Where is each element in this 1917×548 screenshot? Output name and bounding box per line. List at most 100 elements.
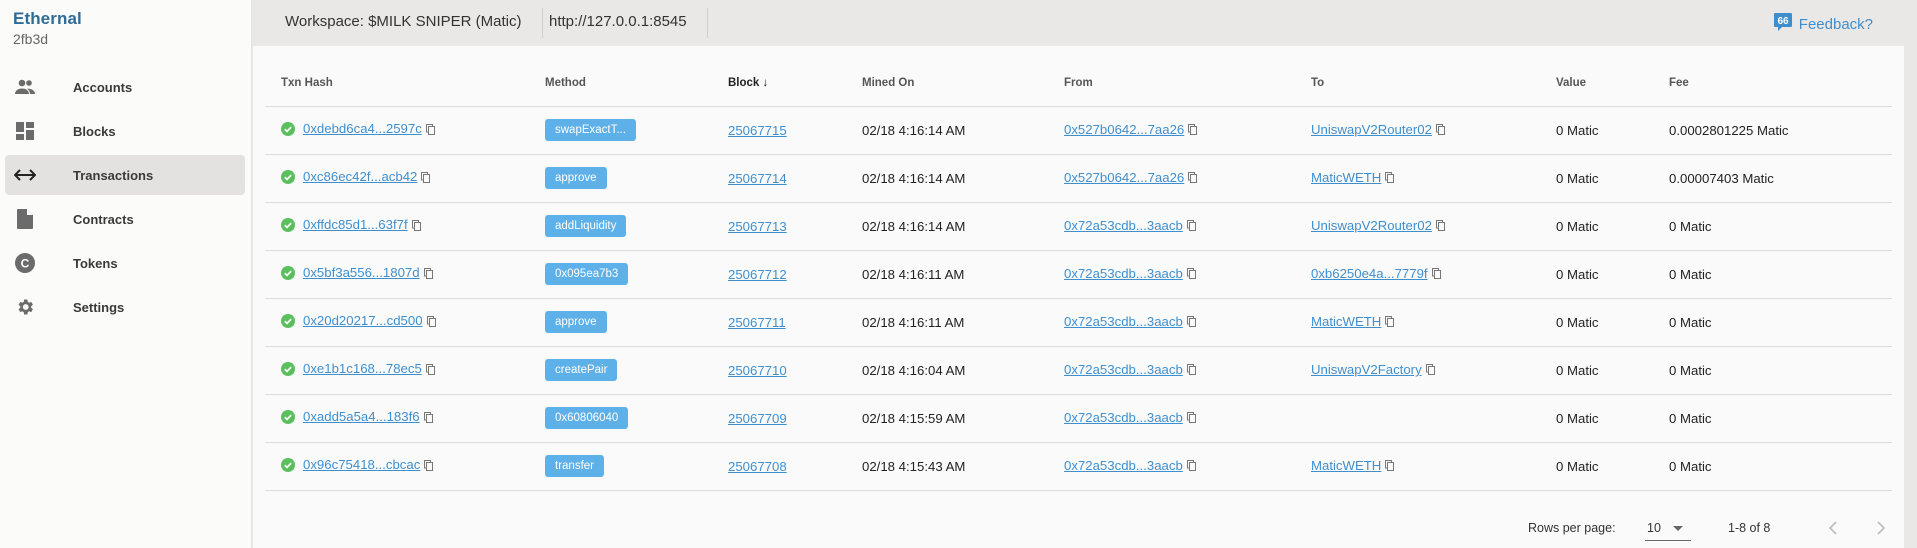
copy-icon[interactable] bbox=[421, 171, 431, 186]
copy-icon[interactable] bbox=[1186, 363, 1196, 378]
copy-icon[interactable] bbox=[423, 267, 433, 282]
block-link[interactable]: 25067711 bbox=[728, 315, 786, 330]
method-badge[interactable]: approve bbox=[545, 311, 607, 333]
to-address-link[interactable]: UniswapV2Router02 bbox=[1311, 122, 1432, 137]
to-address-link[interactable]: MaticWETH bbox=[1311, 458, 1381, 473]
from-cell: 0x527b0642...7aa26 bbox=[1064, 154, 1311, 203]
to-address-link[interactable]: UniswapV2Router02 bbox=[1311, 218, 1432, 233]
to-address-link[interactable]: 0xb6250e4a...7779f bbox=[1311, 266, 1428, 281]
txn-hash-link[interactable]: 0x96c75418...cbcac bbox=[303, 457, 420, 472]
to-cell: MaticWETH bbox=[1311, 442, 1556, 491]
copy-icon[interactable] bbox=[1431, 267, 1441, 282]
success-check-icon bbox=[281, 361, 295, 379]
from-address-link[interactable]: 0x527b0642...7aa26 bbox=[1064, 122, 1184, 137]
txn-hash-link[interactable]: 0xc86ec42f...acb42 bbox=[303, 169, 417, 184]
block-link[interactable]: 25067713 bbox=[728, 219, 787, 234]
copy-icon[interactable] bbox=[1186, 315, 1196, 330]
col-from[interactable]: From bbox=[1064, 60, 1311, 107]
block-cell: 25067709 bbox=[728, 394, 862, 443]
copy-icon[interactable] bbox=[1186, 219, 1196, 234]
txn-hash-link[interactable]: 0xe1b1c168...78ec5 bbox=[303, 361, 422, 376]
copy-icon[interactable] bbox=[423, 411, 433, 426]
sidebar-item-contracts[interactable]: Contracts bbox=[5, 199, 245, 239]
method-badge[interactable]: 0x60806040 bbox=[545, 407, 629, 429]
copy-icon[interactable] bbox=[425, 363, 435, 378]
col-value[interactable]: Value bbox=[1556, 60, 1669, 107]
sidebar-item-tokens[interactable]: C Tokens bbox=[5, 243, 245, 283]
prev-page-button[interactable] bbox=[1821, 516, 1845, 540]
copy-icon[interactable] bbox=[1385, 315, 1395, 330]
app-logo[interactable]: Ethernal bbox=[13, 9, 82, 29]
from-address-link[interactable]: 0x72a53cdb...3aacb bbox=[1064, 218, 1183, 233]
method-cell: swapExactT... bbox=[545, 106, 728, 155]
table-row: 0x96c75418...cbcac transfer 25067708 02/… bbox=[265, 442, 1892, 491]
method-badge[interactable]: approve bbox=[545, 167, 607, 189]
block-link[interactable]: 25067709 bbox=[728, 411, 787, 426]
copy-icon[interactable] bbox=[411, 219, 421, 234]
copy-icon[interactable] bbox=[1188, 123, 1198, 138]
from-address-link[interactable]: 0x72a53cdb...3aacb bbox=[1064, 410, 1183, 425]
from-address-link[interactable]: 0x527b0642...7aa26 bbox=[1064, 170, 1184, 185]
copy-icon[interactable] bbox=[1425, 363, 1435, 378]
transactions-table: Txn Hash Method Block ↓ Mined On From To… bbox=[265, 60, 1892, 491]
txn-hash-link[interactable]: 0x5bf3a556...1807d bbox=[303, 265, 420, 280]
copy-icon[interactable] bbox=[1385, 171, 1395, 186]
block-cell: 25067715 bbox=[728, 106, 862, 155]
method-badge[interactable]: addLiquidity bbox=[545, 215, 627, 237]
copy-icon[interactable] bbox=[1385, 459, 1395, 474]
sidebar-item-accounts[interactable]: Accounts bbox=[5, 67, 245, 107]
method-badge[interactable]: createPair bbox=[545, 359, 618, 381]
copy-icon[interactable] bbox=[1435, 123, 1445, 138]
copy-icon[interactable] bbox=[1435, 219, 1445, 234]
copy-icon[interactable] bbox=[1188, 171, 1198, 186]
block-link[interactable]: 25067708 bbox=[728, 459, 787, 474]
from-address-link[interactable]: 0x72a53cdb...3aacb bbox=[1064, 266, 1183, 281]
col-block[interactable]: Block ↓ bbox=[728, 60, 862, 107]
block-link[interactable]: 25067710 bbox=[728, 363, 787, 378]
sidebar-item-label: Contracts bbox=[73, 211, 134, 227]
copy-icon[interactable] bbox=[1186, 267, 1196, 282]
from-cell: 0x72a53cdb...3aacb bbox=[1064, 298, 1311, 347]
block-link[interactable]: 25067715 bbox=[728, 123, 787, 138]
next-page-button[interactable] bbox=[1869, 516, 1893, 540]
sidebar-item-blocks[interactable]: Blocks bbox=[5, 111, 245, 151]
workspace-name[interactable]: Workspace: $MILK SNIPER (Matic) bbox=[285, 13, 521, 30]
col-mined-on[interactable]: Mined On bbox=[862, 60, 1064, 107]
txn-hash-link[interactable]: 0xffdc85d1...63f7f bbox=[303, 217, 408, 232]
from-address-link[interactable]: 0x72a53cdb...3aacb bbox=[1064, 314, 1183, 329]
from-address-link[interactable]: 0x72a53cdb...3aacb bbox=[1064, 362, 1183, 377]
copy-icon[interactable] bbox=[425, 123, 435, 138]
sidebar-item-label: Transactions bbox=[73, 167, 154, 183]
col-to[interactable]: To bbox=[1311, 60, 1556, 107]
method-badge[interactable]: 0x095ea7b3 bbox=[545, 263, 629, 285]
method-badge[interactable]: transfer bbox=[545, 455, 604, 477]
feedback-button[interactable]: 66 Feedback? bbox=[1773, 12, 1873, 36]
txn-hash-link[interactable]: 0xadd5a5a4...183f6 bbox=[303, 409, 420, 424]
txn-hash-link[interactable]: 0x20d20217...cd500 bbox=[303, 313, 423, 328]
col-txn-hash[interactable]: Txn Hash bbox=[265, 60, 545, 107]
success-check-icon bbox=[281, 409, 295, 427]
sidebar-item-transactions[interactable]: Transactions bbox=[5, 155, 245, 195]
method-badge[interactable]: swapExactT... bbox=[545, 119, 636, 141]
txn-hash-cell: 0x5bf3a556...1807d bbox=[265, 250, 545, 299]
rows-per-page-select[interactable]: 10 bbox=[1645, 515, 1691, 541]
block-link[interactable]: 25067714 bbox=[728, 171, 787, 186]
from-address-link[interactable]: 0x72a53cdb...3aacb bbox=[1064, 458, 1183, 473]
copy-icon[interactable] bbox=[1186, 411, 1196, 426]
col-fee[interactable]: Fee bbox=[1669, 60, 1892, 107]
col-method[interactable]: Method bbox=[545, 60, 728, 107]
copy-icon[interactable] bbox=[426, 315, 436, 330]
table-row: 0xadd5a5a4...183f6 0x60806040 25067709 0… bbox=[265, 394, 1892, 443]
sidebar-item-settings[interactable]: Settings bbox=[5, 287, 245, 327]
to-address-link[interactable]: MaticWETH bbox=[1311, 314, 1381, 329]
method-cell: approve bbox=[545, 154, 728, 203]
copy-icon[interactable] bbox=[1186, 459, 1196, 474]
block-link[interactable]: 25067712 bbox=[728, 267, 787, 282]
transactions-panel: Txn Hash Method Block ↓ Mined On From To… bbox=[253, 46, 1904, 548]
to-address-link[interactable]: UniswapV2Factory bbox=[1311, 362, 1422, 377]
value-cell: 0 Matic bbox=[1556, 250, 1669, 299]
to-address-link[interactable]: MaticWETH bbox=[1311, 170, 1381, 185]
feedback-quote-icon: 66 bbox=[1773, 12, 1793, 36]
txn-hash-link[interactable]: 0xdebd6ca4...2597c bbox=[303, 121, 422, 136]
copy-icon[interactable] bbox=[424, 459, 434, 474]
